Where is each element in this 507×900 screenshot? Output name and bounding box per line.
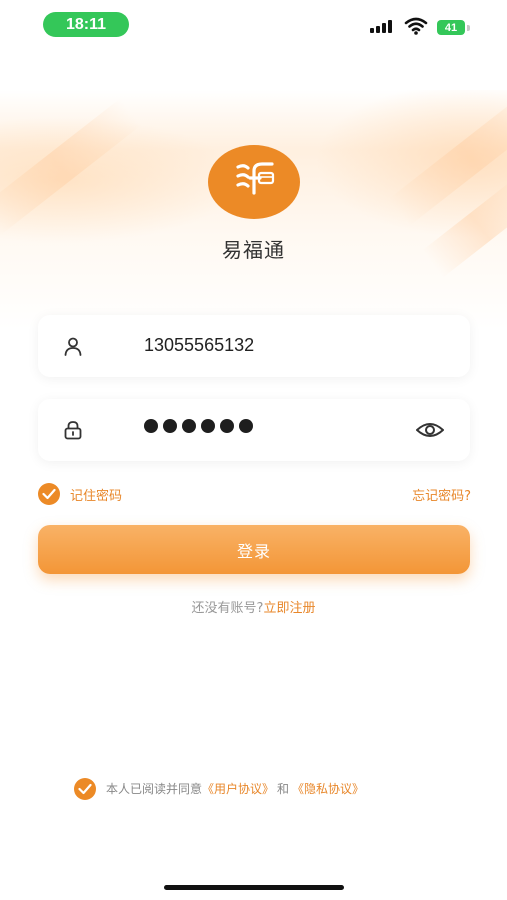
home-indicator[interactable] bbox=[164, 885, 344, 890]
phone-input[interactable]: 13055565132 bbox=[144, 335, 254, 356]
password-field[interactable] bbox=[38, 399, 470, 461]
password-dot bbox=[182, 419, 196, 433]
battery-icon: 41 bbox=[437, 20, 465, 35]
checkmark-icon bbox=[78, 783, 92, 795]
agreement-prefix: 本人已阅读并同意 bbox=[106, 782, 203, 796]
user-icon bbox=[64, 337, 82, 356]
lock-icon bbox=[64, 421, 82, 440]
password-input[interactable] bbox=[144, 419, 253, 433]
privacy-policy-link[interactable]: 《隐私协议》 bbox=[292, 782, 364, 796]
register-row: 还没有账号?立即注册 bbox=[0, 597, 507, 616]
remember-password-checkbox[interactable] bbox=[38, 483, 60, 505]
password-dot bbox=[144, 419, 158, 433]
password-dot bbox=[220, 419, 234, 433]
eye-icon[interactable] bbox=[415, 418, 445, 442]
agreement-conjunction: 和 bbox=[277, 782, 290, 796]
user-agreement-link[interactable]: 《用户协议》 bbox=[202, 782, 274, 796]
register-prompt: 还没有账号? bbox=[191, 601, 264, 616]
app-name: 易福通 bbox=[222, 238, 285, 262]
password-dot bbox=[239, 419, 253, 433]
signal-icon bbox=[370, 19, 392, 33]
password-dot bbox=[163, 419, 177, 433]
phone-field[interactable]: 13055565132 bbox=[38, 315, 470, 377]
agreement-text: 本人已阅读并同意《用户协议》和《隐私协议》 bbox=[106, 780, 364, 797]
app-logo bbox=[208, 145, 300, 219]
battery-cap bbox=[467, 25, 470, 31]
forgot-password-link[interactable]: 忘记密码? bbox=[412, 485, 471, 504]
remember-password-label[interactable]: 记住密码 bbox=[70, 485, 122, 504]
battery-level: 41 bbox=[444, 21, 458, 34]
checkmark-icon bbox=[42, 488, 56, 500]
status-bar: 18:11 41 bbox=[0, 0, 507, 48]
status-time: 18:11 bbox=[43, 12, 129, 37]
agreement-checkbox[interactable] bbox=[74, 778, 96, 800]
register-link[interactable]: 立即注册 bbox=[263, 601, 315, 616]
wifi-icon bbox=[404, 17, 428, 35]
login-button[interactable]: 登录 bbox=[38, 525, 470, 574]
password-dot bbox=[201, 419, 215, 433]
